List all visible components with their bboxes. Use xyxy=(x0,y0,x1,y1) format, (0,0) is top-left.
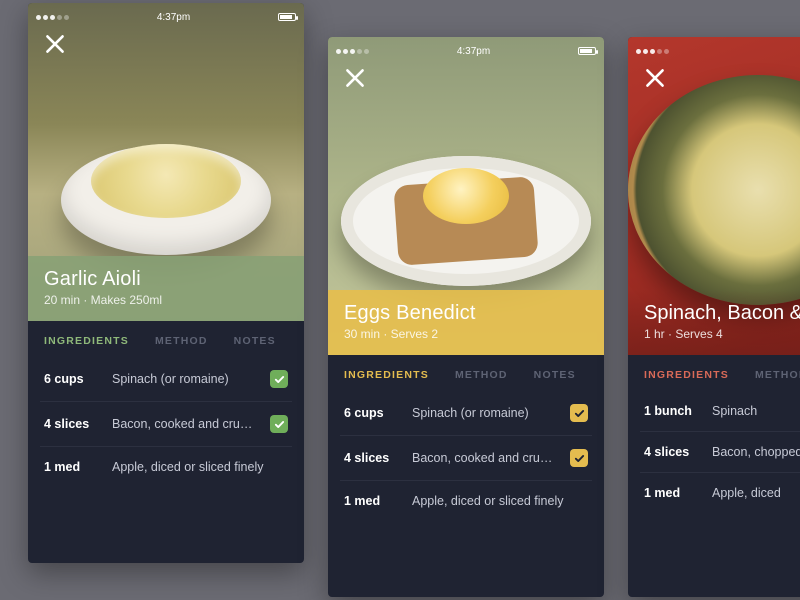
ingredient-row[interactable]: 6 cups Spinach (or romaine) xyxy=(40,357,292,401)
phone-row: 4:37pm Garlic Aioli 20 min · Makes 250ml… xyxy=(0,3,800,597)
ingredient-row[interactable]: 1 bunch Spinach xyxy=(640,391,800,431)
check-icon xyxy=(274,374,285,385)
status-bar: 4:37pm xyxy=(628,41,800,61)
close-icon xyxy=(642,65,668,91)
ingredient-name: Apple, diced or sliced finely xyxy=(412,494,588,508)
ingredient-row[interactable]: 1 med Apple, diced or sliced finely xyxy=(40,446,292,487)
ingredient-qty: 4 slices xyxy=(644,445,702,459)
ingredient-row[interactable]: 4 slices Bacon, chopped xyxy=(640,431,800,472)
recipe-name: Eggs Benedict xyxy=(344,302,588,325)
ingredient-name: Bacon, cooked and crumbled xyxy=(412,451,560,465)
recipe-meta: 30 min · Serves 2 xyxy=(344,327,588,341)
ingredient-qty: 1 med xyxy=(344,494,402,508)
signal-dots-icon xyxy=(36,15,69,20)
ingredient-qty: 1 med xyxy=(644,486,702,500)
close-icon xyxy=(42,31,68,57)
signal-dots-icon xyxy=(336,49,369,54)
ingredient-name: Spinach xyxy=(712,404,800,418)
tab-method[interactable]: METHOD xyxy=(455,369,508,381)
recipe-title-bar: Spinach, Bacon & … 1 hr · Serves 4 xyxy=(628,290,800,355)
phone-card-spinach: 4:37pm Spinach, Bacon & … 1 hr · Serves … xyxy=(628,37,800,597)
tab-method[interactable]: METHOD xyxy=(755,369,800,381)
ingredient-check[interactable] xyxy=(270,370,288,388)
recipe-hero: Spinach, Bacon & … 1 hr · Serves 4 xyxy=(628,37,800,355)
tab-ingredients[interactable]: INGREDIENTS xyxy=(344,369,429,381)
status-bar: 4:37pm xyxy=(328,41,604,61)
status-time: 4:37pm xyxy=(157,12,190,23)
check-icon xyxy=(574,408,585,419)
recipe-hero: Eggs Benedict 30 min · Serves 2 xyxy=(328,37,604,355)
ingredient-list: 6 cups Spinach (or romaine) 4 slices Bac… xyxy=(328,391,604,521)
ingredient-check[interactable] xyxy=(270,415,288,433)
recipe-name: Garlic Aioli xyxy=(44,268,288,291)
ingredient-row[interactable]: 1 med Apple, diced or sliced finely xyxy=(340,480,592,521)
ingredient-name: Apple, diced xyxy=(712,486,800,500)
recipe-title-bar: Garlic Aioli 20 min · Makes 250ml xyxy=(28,256,304,321)
tab-ingredients[interactable]: INGREDIENTS xyxy=(644,369,729,381)
ingredient-check[interactable] xyxy=(570,449,588,467)
ingredient-name: Spinach (or romaine) xyxy=(112,372,260,386)
recipe-hero: Garlic Aioli 20 min · Makes 250ml xyxy=(28,3,304,321)
close-button[interactable] xyxy=(642,65,668,91)
ingredient-qty: 4 slices xyxy=(44,417,102,431)
ingredient-name: Bacon, cooked and crumbled xyxy=(112,417,260,431)
ingredient-row[interactable]: 6 cups Spinach (or romaine) xyxy=(340,391,592,435)
close-button[interactable] xyxy=(342,65,368,91)
recipe-meta: 1 hr · Serves 4 xyxy=(644,327,800,341)
status-bar: 4:37pm xyxy=(28,7,304,27)
check-icon xyxy=(574,453,585,464)
ingredient-qty: 1 bunch xyxy=(644,404,702,418)
ingredient-name: Bacon, chopped xyxy=(712,445,800,459)
tab-notes[interactable]: NOTES xyxy=(534,369,576,381)
recipe-tabs: INGREDIENTS METHOD NOTES xyxy=(328,355,604,391)
ingredient-qty: 6 cups xyxy=(344,406,402,420)
tab-ingredients[interactable]: INGREDIENTS xyxy=(44,335,129,347)
status-time: 4:37pm xyxy=(457,46,490,57)
tab-notes[interactable]: NOTES xyxy=(234,335,276,347)
phone-card-eggs: 4:37pm Eggs Benedict 30 min · Serves 2 I… xyxy=(328,37,604,597)
phone-card-aioli: 4:37pm Garlic Aioli 20 min · Makes 250ml… xyxy=(28,3,304,563)
close-icon xyxy=(342,65,368,91)
ingredient-list: 6 cups Spinach (or romaine) 4 slices Bac… xyxy=(28,357,304,487)
signal-dots-icon xyxy=(636,49,669,54)
recipe-name: Spinach, Bacon & … xyxy=(644,302,800,325)
recipe-tabs: INGREDIENTS METHOD xyxy=(628,355,800,391)
ingredient-check[interactable] xyxy=(570,404,588,422)
ingredient-row[interactable]: 4 slices Bacon, cooked and crumbled xyxy=(40,401,292,446)
battery-icon xyxy=(278,13,296,21)
battery-icon xyxy=(578,47,596,55)
recipe-meta: 20 min · Makes 250ml xyxy=(44,293,288,307)
ingredient-row[interactable]: 4 slices Bacon, cooked and crumbled xyxy=(340,435,592,480)
ingredient-list: 1 bunch Spinach 4 slices Bacon, chopped … xyxy=(628,391,800,513)
recipe-tabs: INGREDIENTS METHOD NOTES xyxy=(28,321,304,357)
ingredient-name: Spinach (or romaine) xyxy=(412,406,560,420)
ingredient-qty: 1 med xyxy=(44,460,102,474)
recipe-title-bar: Eggs Benedict 30 min · Serves 2 xyxy=(328,290,604,355)
ingredient-qty: 4 slices xyxy=(344,451,402,465)
check-icon xyxy=(274,419,285,430)
ingredient-row[interactable]: 1 med Apple, diced xyxy=(640,472,800,513)
ingredient-qty: 6 cups xyxy=(44,372,102,386)
tab-method[interactable]: METHOD xyxy=(155,335,208,347)
close-button[interactable] xyxy=(42,31,68,57)
ingredient-name: Apple, diced or sliced finely xyxy=(112,460,288,474)
